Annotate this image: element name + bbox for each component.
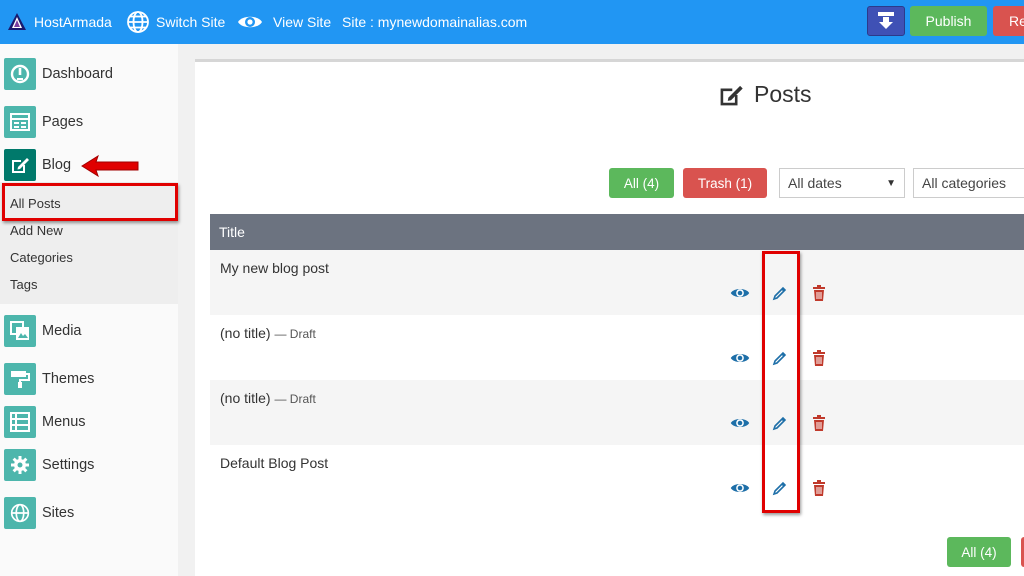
download-icon — [876, 10, 896, 33]
brand-link[interactable]: HostArmada — [6, 0, 112, 44]
download-button[interactable] — [867, 6, 905, 36]
table-header: Title — [210, 214, 1024, 250]
caret-down-icon: ▼ — [886, 177, 896, 189]
site-label: Site : mynewdomainalias.com — [342, 14, 528, 30]
pages-icon — [4, 106, 36, 138]
view-site-label: View Site — [273, 14, 332, 30]
trash-icon[interactable] — [808, 347, 830, 369]
globe-icon — [126, 10, 150, 34]
submenu-add-new[interactable]: Add New — [10, 223, 63, 238]
top-bar: HostArmada Switch Site View Site Site : … — [0, 0, 1024, 44]
sidebar-item-themes[interactable]: Themes — [0, 361, 178, 397]
submenu-tags[interactable]: Tags — [10, 277, 37, 292]
filter-trash-button[interactable]: Trash (1) — [683, 168, 767, 198]
trash-icon[interactable] — [808, 412, 830, 434]
table-row: (no title) — Draft — [210, 380, 1024, 445]
sidebar-item-label: Themes — [42, 371, 95, 387]
switch-site-link[interactable]: Switch Site — [126, 0, 225, 44]
sidebar-item-label: Settings — [42, 457, 95, 473]
red-arrow-annotation — [80, 154, 142, 183]
sidebar-item-sites[interactable]: Sites — [0, 495, 178, 531]
sidebar: Dashboard Pages Blog All Posts Add New C… — [0, 44, 178, 576]
post-title-link[interactable]: (no title) — Draft — [220, 390, 316, 406]
publish-button[interactable]: Publish — [910, 6, 987, 36]
draft-status: — Draft — [274, 392, 316, 406]
trash-icon[interactable] — [808, 282, 830, 304]
post-title-link[interactable]: Default Blog Post — [220, 455, 328, 471]
table-row: Default Blog Post — [210, 445, 1024, 510]
submenu-categories[interactable]: Categories — [10, 250, 73, 265]
trash-icon[interactable] — [808, 477, 830, 499]
draft-status: — Draft — [274, 327, 316, 341]
paint-roller-icon — [4, 363, 36, 395]
sidebar-item-media[interactable]: Media — [0, 313, 178, 349]
sidebar-item-label: Sites — [42, 505, 75, 521]
sidebar-item-label: Dashboard — [42, 66, 113, 82]
highlight-edit-column — [762, 251, 800, 513]
sidebar-item-menus[interactable]: Menus — [0, 404, 178, 440]
sidebar-item-label: Media — [42, 323, 82, 339]
blog-edit-icon — [4, 149, 36, 181]
main-content: Posts All (4) Trash (1) All dates ▼ All … — [195, 59, 1024, 576]
page-title: Posts — [718, 81, 812, 108]
view-eye-icon[interactable] — [729, 282, 751, 304]
table-row: My new blog post — [210, 250, 1024, 315]
media-icon — [4, 315, 36, 347]
edit-note-icon — [718, 82, 744, 108]
filter-all-button[interactable]: All (4) — [609, 168, 674, 198]
sidebar-item-settings[interactable]: Settings — [0, 447, 178, 483]
view-eye-icon[interactable] — [729, 347, 751, 369]
post-title-link[interactable]: My new blog post — [220, 260, 329, 276]
eye-icon — [237, 13, 263, 31]
menu-list-icon — [4, 406, 36, 438]
hostarmada-logo-icon — [6, 11, 28, 33]
bottom-filter-all-button[interactable]: All (4) — [947, 537, 1011, 567]
switch-site-label: Switch Site — [156, 14, 226, 30]
post-title-link[interactable]: (no title) — Draft — [220, 325, 316, 341]
globe-icon — [4, 497, 36, 529]
dates-select[interactable]: All dates ▼ — [779, 168, 905, 198]
gear-icon — [4, 449, 36, 481]
dashboard-icon — [4, 58, 36, 90]
sidebar-item-dashboard[interactable]: Dashboard — [0, 56, 178, 92]
categories-select[interactable]: All categories — [913, 168, 1024, 198]
sidebar-item-pages[interactable]: Pages — [0, 104, 178, 140]
more-button[interactable]: Re — [993, 6, 1024, 36]
view-eye-icon[interactable] — [729, 477, 751, 499]
view-eye-icon[interactable] — [729, 412, 751, 434]
table-row: (no title) — Draft — [210, 315, 1024, 380]
sidebar-item-label: Menus — [42, 414, 86, 430]
highlight-all-posts — [2, 183, 178, 221]
sidebar-item-label: Blog — [42, 157, 72, 173]
sidebar-item-label: Pages — [42, 114, 84, 130]
brand-name: HostArmada — [34, 14, 112, 30]
column-title-header[interactable]: Title — [219, 224, 245, 240]
view-site-link[interactable]: View Site — [237, 0, 331, 44]
